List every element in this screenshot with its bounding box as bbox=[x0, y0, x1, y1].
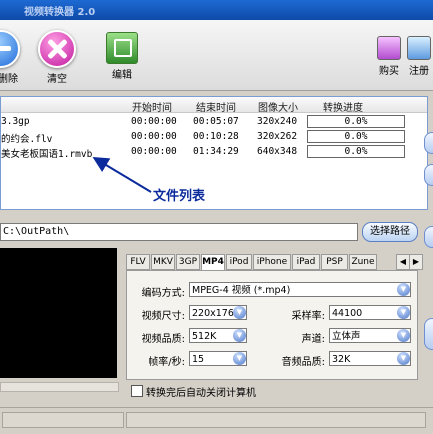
toolbar: 删除 清空 编辑 购买 注册 bbox=[0, 20, 433, 91]
tab-scroll-left-icon[interactable]: ◀ bbox=[396, 254, 410, 270]
browse-path-button[interactable]: 选择路径 bbox=[362, 222, 418, 242]
tab-iphone[interactable]: iPhone bbox=[253, 254, 291, 270]
chevron-down-icon: ▼ bbox=[397, 283, 410, 296]
file-list[interactable]: 开始时间 结束时间 图像大小 转换进度 3.3gp 00:00:00 00:05… bbox=[0, 96, 428, 210]
title-bar: 视频转换器 2.0 bbox=[0, 0, 433, 20]
preview-seek-bar[interactable] bbox=[0, 382, 119, 392]
chevron-down-icon: ▼ bbox=[233, 352, 246, 365]
register-label: 注册 bbox=[409, 66, 429, 77]
cart-icon bbox=[377, 36, 401, 60]
tab-ipad[interactable]: iPad bbox=[292, 254, 320, 270]
chevron-down-icon: ▼ bbox=[397, 306, 410, 319]
status-segment bbox=[2, 412, 124, 428]
clear-label: 清空 bbox=[47, 74, 67, 85]
channel-label: 声道: bbox=[301, 334, 325, 345]
tab-3gp[interactable]: 3GP bbox=[176, 254, 200, 270]
video-quality-select[interactable]: 512K ▼ bbox=[189, 328, 247, 343]
edit-label: 编辑 bbox=[112, 70, 132, 81]
channel-select[interactable]: 立体声 ▼ bbox=[329, 328, 411, 343]
audio-quality-select[interactable]: 32K ▼ bbox=[329, 351, 411, 366]
tab-zune[interactable]: Zune bbox=[349, 254, 377, 270]
sample-rate-label: 采样率: bbox=[291, 311, 325, 322]
chevron-down-icon: ▼ bbox=[397, 352, 410, 365]
edge-button-1[interactable] bbox=[424, 132, 433, 154]
video-size-select[interactable]: 220x176 ▼ bbox=[189, 305, 247, 320]
edit-button[interactable]: 编辑 bbox=[106, 32, 138, 81]
chevron-down-icon: ▼ bbox=[233, 329, 246, 342]
settings-panel: 编码方式: MPEG-4 视频 (*.mp4) ▼ 视频尺寸: 220x176 … bbox=[126, 270, 418, 380]
tab-ipod[interactable]: iPod bbox=[226, 254, 252, 270]
fps-select[interactable]: 15 ▼ bbox=[189, 351, 247, 366]
tab-mkv[interactable]: MKV bbox=[151, 254, 175, 270]
window-title: 视频转换器 2.0 bbox=[24, 7, 96, 18]
chevron-down-icon: ▼ bbox=[397, 329, 410, 342]
output-path-row: C:\OutPath\ 选择路径 bbox=[0, 222, 433, 244]
shutdown-checkbox[interactable] bbox=[131, 385, 143, 397]
film-edit-icon bbox=[106, 32, 138, 64]
tab-scroll-right-icon[interactable]: ▶ bbox=[409, 254, 423, 270]
video-quality-label: 视频品质: bbox=[141, 334, 185, 345]
status-segment bbox=[126, 412, 426, 428]
buy-label: 购买 bbox=[379, 66, 399, 77]
clear-button[interactable]: 清空 bbox=[38, 30, 76, 85]
status-bar bbox=[0, 407, 433, 434]
delete-button[interactable]: 删除 bbox=[0, 30, 20, 85]
video-size-label: 视频尺寸: bbox=[141, 311, 185, 322]
output-path-input[interactable]: C:\OutPath\ bbox=[0, 223, 358, 241]
register-button[interactable]: 注册 bbox=[407, 36, 431, 77]
key-icon bbox=[407, 36, 431, 60]
sample-rate-select[interactable]: 44100 ▼ bbox=[329, 305, 411, 320]
minus-icon bbox=[0, 30, 20, 68]
tab-flv[interactable]: FLV bbox=[126, 254, 150, 270]
edge-button-3[interactable] bbox=[424, 226, 433, 248]
audio-quality-label: 音频品质: bbox=[281, 357, 325, 368]
buy-button[interactable]: 购买 bbox=[377, 36, 401, 77]
encode-label: 编码方式: bbox=[141, 288, 185, 299]
file-list-annotation: 文件列表 bbox=[153, 189, 206, 204]
encode-select[interactable]: MPEG-4 视频 (*.mp4) ▼ bbox=[189, 282, 411, 297]
annotation-arrow bbox=[92, 156, 152, 193]
chevron-down-icon: ▼ bbox=[233, 306, 246, 319]
tab-psp[interactable]: PSP bbox=[321, 254, 348, 270]
fps-label: 帧率/秒: bbox=[148, 357, 185, 368]
shutdown-checkbox-label: 转换完后自动关闭计算机 bbox=[146, 388, 256, 399]
tab-mp4[interactable]: MP4 bbox=[201, 254, 225, 271]
convert-button[interactable] bbox=[424, 318, 433, 350]
close-icon bbox=[38, 30, 76, 68]
video-preview bbox=[0, 248, 117, 378]
delete-label: 删除 bbox=[0, 74, 18, 85]
edge-button-2[interactable] bbox=[424, 164, 433, 186]
